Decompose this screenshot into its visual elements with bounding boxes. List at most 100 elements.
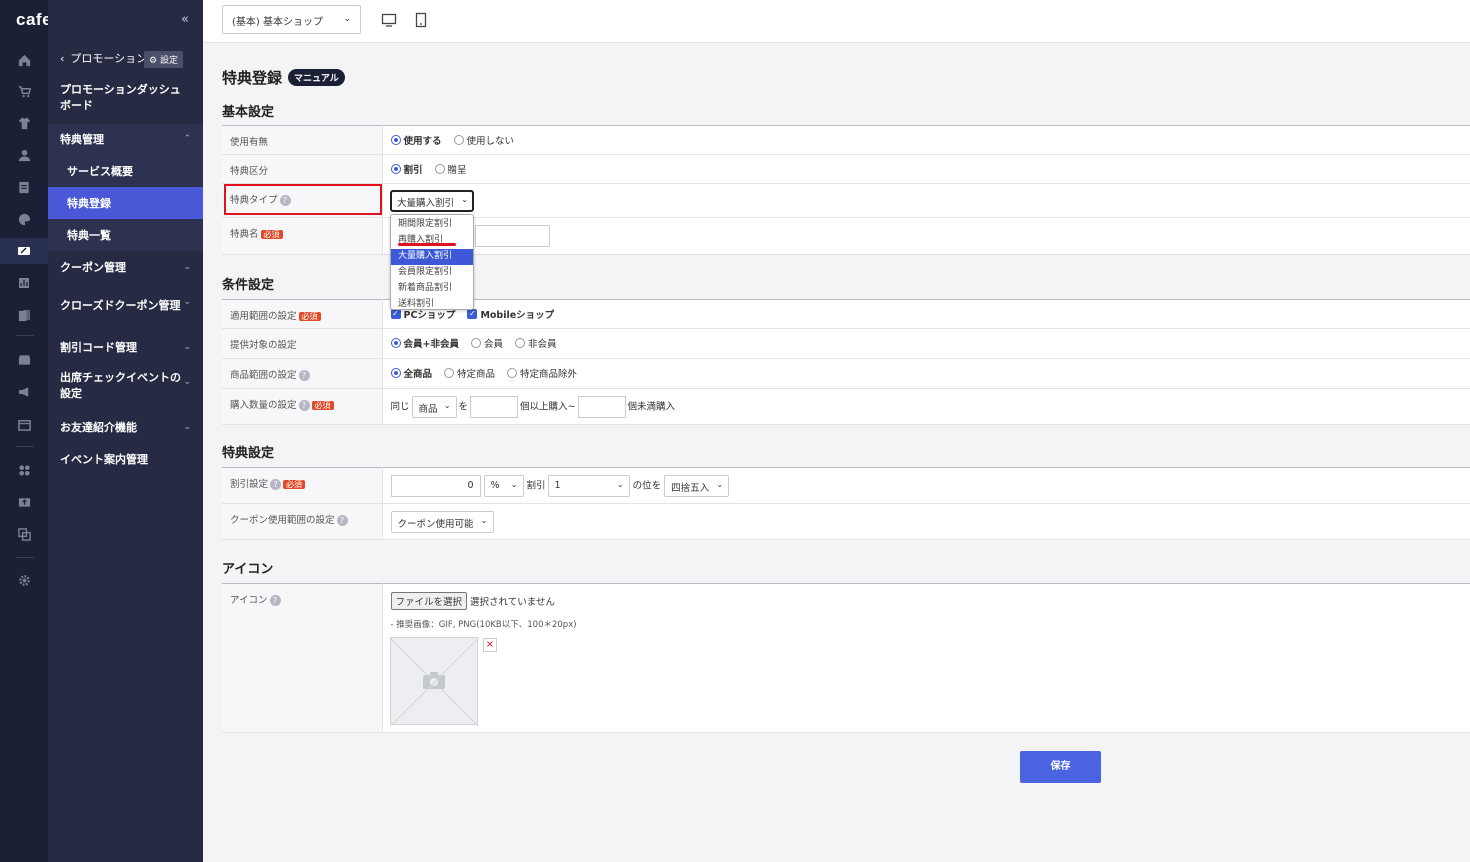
help-icon[interactable]: ? — [270, 479, 282, 490]
chevron-down-icon: ⌄ — [343, 14, 351, 24]
type-option-selected[interactable]: 大量購入割引 — [391, 249, 473, 265]
type-option[interactable]: 会員限定割引 — [391, 265, 473, 281]
menu-item-coupon[interactable]: クーポン管理 ⌄ — [48, 252, 203, 282]
mobile-icon[interactable] — [413, 12, 429, 28]
save-button[interactable]: 保存 — [1020, 751, 1101, 783]
target-member-radio[interactable]: 会員 — [470, 336, 503, 350]
target-all-radio[interactable]: 会員+非会員 — [390, 336, 459, 350]
qty-unit-select[interactable]: 商品 ⌄ — [411, 395, 457, 418]
market-icon[interactable] — [14, 414, 34, 434]
palette-icon[interactable] — [14, 209, 34, 229]
menu-item-dashboard[interactable]: プロモーションダッシュボード — [48, 78, 203, 118]
menu-item-label: お友達紹介機能 — [60, 421, 137, 434]
menu-item-label: クーポン管理 — [60, 261, 126, 274]
use-on-radio[interactable]: 使用する — [390, 133, 442, 147]
board-icon[interactable] — [14, 177, 34, 197]
apps-icon[interactable] — [14, 460, 34, 480]
megaphone-icon[interactable] — [14, 382, 34, 402]
type-option[interactable]: 再購入割引 — [391, 233, 473, 249]
use-label: 使用有無 — [222, 125, 383, 155]
section-icon: アイコン — [222, 562, 274, 577]
home-icon[interactable] — [14, 50, 34, 70]
type-option[interactable]: 送料割引 — [391, 297, 473, 313]
help-icon[interactable]: ? — [298, 400, 310, 411]
product-all-radio[interactable]: 全商品 — [390, 366, 432, 380]
menu-item-label: プロモーションダッシュボード — [60, 83, 181, 112]
benefit-name-input[interactable] — [474, 225, 550, 247]
category-gift-radio[interactable]: 贈呈 — [434, 162, 467, 176]
upload-icon[interactable] — [14, 492, 34, 512]
name-label: 特典名 必須 — [222, 217, 383, 255]
product-exclude-radio[interactable]: 特定商品除外 — [507, 366, 577, 380]
menu-item-label: サービス概要 — [67, 164, 133, 178]
rail-divider — [16, 335, 34, 336]
digit-select[interactable]: 1 ⌄ — [547, 474, 630, 497]
menu-item-discount-code[interactable]: 割引コード管理 ⌄ — [48, 332, 203, 362]
settings-label: 設定 — [159, 56, 178, 66]
qty-wo-text: を — [458, 401, 469, 412]
menu-item-label: イベント案内管理 — [60, 453, 148, 466]
discount-amount-input[interactable]: 0 — [390, 474, 481, 497]
camera-icon — [423, 672, 445, 689]
coupon-scope-select[interactable]: クーポン使用可能 ⌄ — [390, 510, 494, 533]
menu-item-benefit-list[interactable]: 特典一覧 — [48, 219, 203, 251]
help-icon[interactable]: ? — [336, 515, 348, 526]
desktop-icon[interactable] — [381, 12, 397, 28]
qty-min-input[interactable] — [470, 395, 519, 418]
category-discount-radio[interactable]: 割引 — [390, 162, 423, 176]
qty-max-input[interactable] — [577, 395, 626, 418]
menu-item-closed-coupon[interactable]: クローズドクーポン管理 ⌄ — [48, 286, 203, 326]
collapse-menu-button[interactable]: « — [181, 12, 189, 27]
scope-mobile-checkbox[interactable]: ✓ Mobileショップ — [467, 307, 554, 321]
menu-item-label: 割引コード管理 — [60, 341, 137, 354]
back-link[interactable]: ‹ プロモーション — [60, 50, 147, 66]
cart-icon[interactable] — [14, 81, 34, 101]
menu-item-benefit-mgmt[interactable]: 特典管理 ⌃ — [48, 124, 203, 154]
file-select-button[interactable]: ファイルを選択 — [390, 592, 468, 610]
stats-icon[interactable] — [14, 273, 34, 293]
shop-select[interactable]: (基本) 基本ショップ ⌄ — [222, 5, 361, 34]
chevron-down-icon: ⌄ — [183, 262, 191, 272]
chevron-down-icon: ⌄ — [461, 195, 468, 204]
rounding-select[interactable]: 四捨五入 ⌄ — [664, 474, 730, 497]
benefit-type-select[interactable]: 大量購入割引 ⌄ — [390, 190, 474, 212]
shirt-icon[interactable] — [14, 113, 34, 133]
chevron-down-icon: ⌄ — [480, 515, 488, 525]
menu-settings-button[interactable]: ⚙ 設定 — [144, 51, 183, 68]
target-nonmember-radio[interactable]: 非会員 — [514, 336, 557, 350]
type-option[interactable]: 期間限定割引 — [391, 217, 473, 233]
store-icon[interactable] — [14, 350, 34, 370]
scope-label: 適用範囲の設定 必須 — [222, 299, 383, 329]
icon-rail — [0, 0, 48, 862]
chevron-down-icon: ⌄ — [183, 422, 191, 432]
manual-badge[interactable]: マニュアル — [288, 69, 345, 86]
menu-item-referral[interactable]: お友達紹介機能 ⌄ — [48, 412, 203, 442]
promotion-icon[interactable] — [14, 241, 34, 261]
gear-icon: ⚙ — [149, 56, 158, 66]
menu-item-attendance[interactable]: 出席チェックイベントの設定 ⌄ — [48, 366, 203, 406]
use-off-radio[interactable]: 使用しない — [453, 133, 514, 147]
shop-select-value: (基本) 基本ショップ — [232, 17, 323, 28]
menu-item-benefit-register[interactable]: 特典登録 — [48, 187, 203, 219]
help-icon[interactable]: ? — [269, 595, 281, 606]
section-conditions: 条件設定 — [222, 278, 275, 293]
menu-item-event-guide[interactable]: イベント案内管理 — [48, 444, 203, 474]
highlight-underline — [398, 243, 456, 246]
chevron-down-icon: ⌄ — [183, 342, 191, 352]
discount-unit-select[interactable]: % ⌄ — [483, 474, 524, 497]
coupon-scope-label: クーポン使用範囲の設定? — [222, 503, 383, 540]
type-option[interactable]: 新着商品割引 — [391, 281, 473, 297]
menu-item-service-overview[interactable]: サービス概要 — [48, 154, 203, 187]
chevron-down-icon: ⌄ — [716, 479, 724, 489]
conditions-table: 適用範囲の設定 必須 ✓ PCショップ ✓ Mobileショップ 提供対象の設定 会員+… — [222, 299, 1470, 425]
chevron-down-icon: ⌄ — [443, 400, 451, 410]
user-icon[interactable] — [14, 145, 34, 165]
sub-menu: ‹ プロモーション ⚙ 設定 プロモーションダッシュボード 特典管理 ⌃ サービス概… — [48, 0, 203, 862]
report-icon[interactable] — [14, 305, 34, 325]
delete-image-button[interactable]: × — [483, 638, 497, 652]
copy-icon[interactable] — [14, 524, 34, 544]
settings-icon[interactable] — [14, 570, 34, 590]
help-icon[interactable]: ? — [298, 370, 310, 381]
product-specific-radio[interactable]: 特定商品 — [444, 366, 495, 380]
category-label: 特典区分 — [222, 154, 383, 184]
